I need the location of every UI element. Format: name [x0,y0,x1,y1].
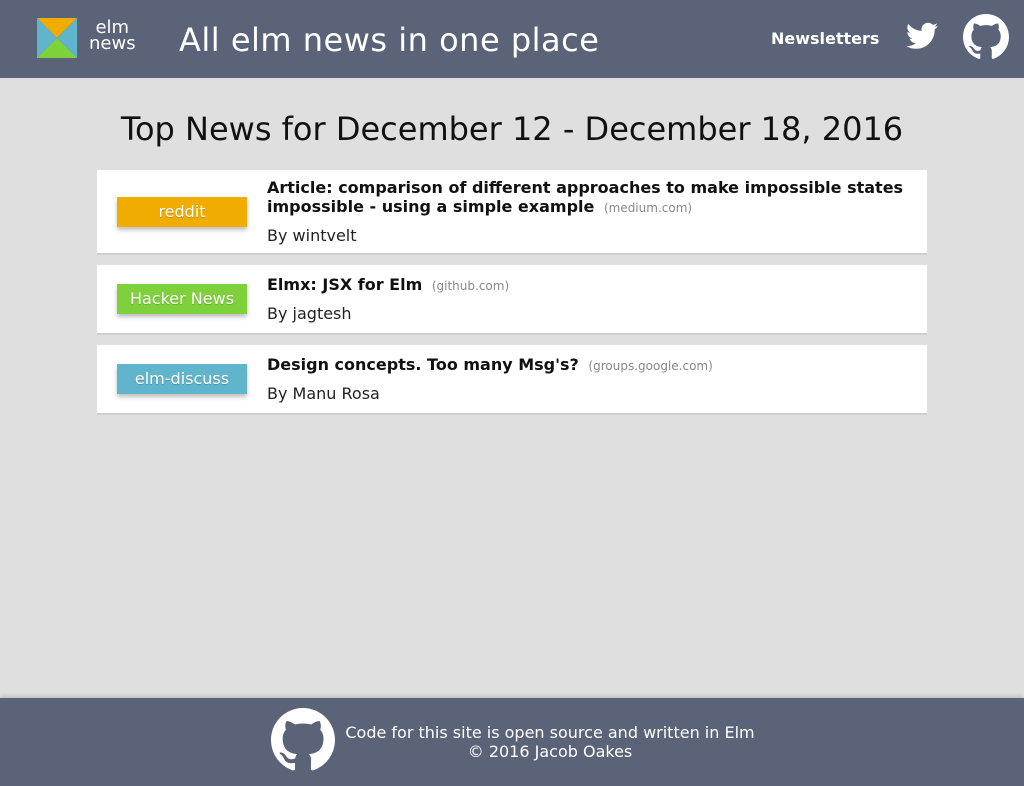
news-body: Elmx: JSX for Elm (github.com) By jagtes… [267,275,909,323]
news-domain: (github.com) [431,279,510,293]
footer-text: Code for this site is open source and wr… [345,723,755,761]
source-badge-hacker-news[interactable]: Hacker News [117,284,247,314]
newsletters-link[interactable]: Newsletters [771,29,879,49]
site-title: All elm news in one place [179,21,600,59]
site-footer: Code for this site is open source and wr… [0,698,1024,786]
news-body: Design concepts. Too many Msg's? (groups… [267,355,909,403]
news-list: reddit Article: comparison of different … [97,170,927,425]
github-icon[interactable] [270,708,336,772]
news-author: By jagtesh [267,304,352,323]
news-author: By Manu Rosa [267,384,380,403]
footer-source-link[interactable]: Code for this site is open source and wr… [345,723,755,742]
logo-text-bottom: news [89,33,136,54]
elm-logo-icon[interactable] [37,18,77,58]
news-body: Article: comparison of different approac… [267,178,909,245]
news-author: By wintvelt [267,226,357,245]
news-title: Article: comparison of different approac… [267,178,909,218]
twitter-icon[interactable] [906,22,938,50]
site-header: elm news All elm news in one place Newsl… [0,0,1024,78]
news-title: Design concepts. Too many Msg's? (groups… [267,355,909,376]
logo-text[interactable]: elm news [89,19,136,54]
news-item: reddit Article: comparison of different … [97,170,927,255]
github-icon[interactable] [963,14,1009,60]
page-title: Top News for December 12 - December 18, … [120,110,904,148]
footer-copyright: © 2016 Jacob Oakes [467,742,633,761]
news-item: Hacker News Elmx: JSX for Elm (github.co… [97,265,927,335]
news-title-link[interactable]: Article: comparison of different approac… [267,178,903,216]
news-title: Elmx: JSX for Elm (github.com) [267,275,909,296]
news-title-link[interactable]: Elmx: JSX for Elm [267,275,422,294]
news-domain: (groups.google.com) [588,359,713,373]
source-badge-elm-discuss[interactable]: elm-discuss [117,364,247,394]
news-domain: (medium.com) [603,201,693,215]
news-item: elm-discuss Design concepts. Too many Ms… [97,345,927,415]
news-title-link[interactable]: Design concepts. Too many Msg's? [267,355,579,374]
source-badge-reddit[interactable]: reddit [117,196,247,227]
